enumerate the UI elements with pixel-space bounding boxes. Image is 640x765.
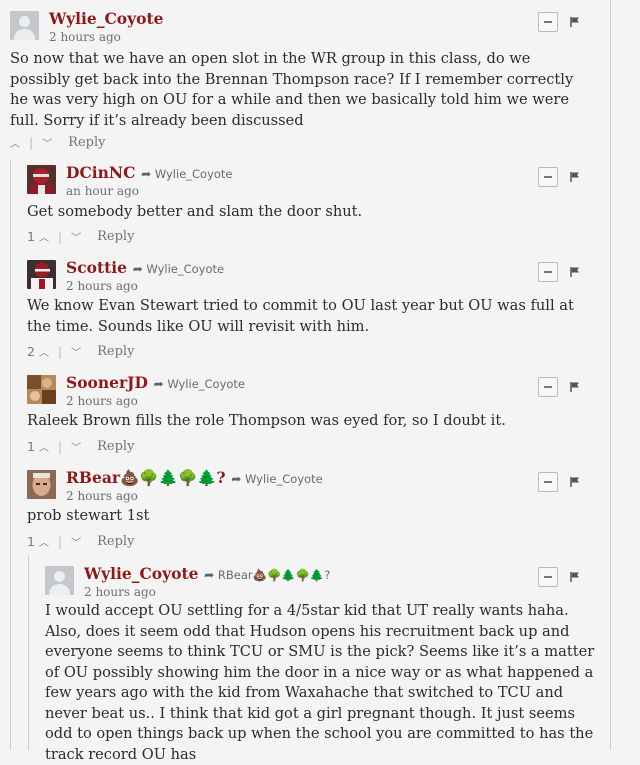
chevron-up-icon[interactable]: ︿ — [10, 135, 20, 150]
controls-rail — [610, 0, 611, 750]
reply-arrow-icon: ➦ — [231, 472, 242, 486]
football-player-photo[interactable] — [27, 165, 56, 194]
comment-author[interactable]: Scottie ➦ Wylie_Coyote — [66, 258, 224, 277]
vote-count: 2 — [27, 344, 35, 359]
comment-body: Raleek Brown fills the role Thompson was… — [27, 412, 506, 429]
comment-author[interactable]: RBear💩🌳🌲🌳🌲? ➦ Wylie_Coyote — [66, 468, 323, 487]
comment-body: prob stewart 1st — [27, 507, 150, 524]
flag-icon[interactable] — [569, 16, 581, 28]
reply-to-link[interactable]: ➦ RBear💩🌳🌲🌳🌲? — [201, 568, 330, 582]
reply-button[interactable]: Reply — [97, 229, 134, 244]
comment-time[interactable]: 2 hours ago — [66, 489, 138, 503]
comment-time[interactable]: 2 hours ago — [84, 585, 156, 599]
reply-button[interactable]: Reply — [97, 439, 134, 454]
reply-to-link[interactable]: ➦ Wylie_Coyote — [228, 472, 322, 486]
chevron-up-icon[interactable]: ︿ — [39, 534, 49, 549]
comment-time[interactable]: 2 hours ago — [49, 30, 121, 44]
comment-body: We know Evan Stewart tried to commit to … — [27, 297, 574, 335]
divider: | — [57, 344, 63, 359]
reply-button[interactable]: Reply — [68, 135, 105, 150]
chevron-down-icon[interactable]: ﹀ — [71, 229, 81, 244]
chevron-down-icon[interactable]: ﹀ — [42, 135, 52, 150]
face-photo[interactable] — [27, 470, 56, 499]
thread-rail-nested — [28, 555, 29, 750]
comment-author[interactable]: Wylie_Coyote ➦ RBear💩🌳🌲🌳🌲? — [84, 564, 330, 583]
reply-to-link[interactable]: ➦ Wylie_Coyote — [150, 377, 245, 391]
flag-icon[interactable] — [569, 266, 581, 278]
comment-actions: 1 ︿ | ﹀ Reply — [27, 533, 134, 549]
collapse-button[interactable] — [538, 567, 558, 587]
comment-body: Get somebody better and slam the door sh… — [27, 203, 363, 220]
comment: Scottie ➦ Wylie_Coyote 2 hours ago We kn… — [27, 258, 607, 365]
reply-arrow-icon: ➦ — [141, 167, 152, 181]
collapse-button[interactable] — [538, 262, 558, 282]
collapse-button[interactable] — [538, 12, 558, 32]
comment-actions: 2 ︿ | ﹀ Reply — [27, 343, 134, 359]
reply-button[interactable]: Reply — [97, 344, 134, 359]
flag-icon[interactable] — [569, 171, 581, 183]
football-player-photo[interactable] — [27, 260, 56, 289]
reply-arrow-icon: ➦ — [132, 262, 143, 276]
reply-button[interactable]: Reply — [97, 534, 134, 549]
comment: DCinNC ➦ Wylie_Coyote an hour ago Get so… — [27, 163, 602, 250]
flag-icon[interactable] — [569, 381, 581, 393]
vote-count: 1 — [27, 439, 35, 454]
vote-count: 1 — [27, 229, 35, 244]
default-user-avatar[interactable] — [10, 11, 39, 40]
flag-icon[interactable] — [569, 476, 581, 488]
comment-author[interactable]: Wylie_Coyote — [49, 9, 164, 28]
comment-actions: 1 ︿ | ﹀ Reply — [27, 438, 134, 454]
chevron-down-icon[interactable]: ﹀ — [71, 439, 81, 454]
chevron-down-icon[interactable]: ﹀ — [71, 344, 81, 359]
chevron-up-icon[interactable]: ︿ — [39, 229, 49, 244]
comment: RBear💩🌳🌲🌳🌲? ➦ Wylie_Coyote 2 hours ago p… — [27, 468, 602, 555]
divider: | — [57, 534, 63, 549]
reply-arrow-icon: ➦ — [204, 568, 215, 582]
comment: Wylie_Coyote 2 hours ago So now that we … — [10, 9, 600, 156]
collapse-button[interactable] — [538, 167, 558, 187]
reply-to-link[interactable]: ➦ Wylie_Coyote — [137, 167, 232, 181]
collapse-button[interactable] — [538, 472, 558, 492]
comment-author[interactable]: DCinNC ➦ Wylie_Coyote — [66, 163, 233, 182]
divider: | — [28, 135, 34, 150]
comment-body: So now that we have an open slot in the … — [10, 50, 574, 129]
chevron-down-icon[interactable]: ﹀ — [71, 534, 81, 549]
comment-time[interactable]: 2 hours ago — [66, 279, 138, 293]
flag-icon[interactable] — [569, 571, 581, 583]
chevron-up-icon[interactable]: ︿ — [39, 344, 49, 359]
divider: | — [57, 229, 63, 244]
reply-to-link[interactable]: ➦ Wylie_Coyote — [129, 262, 224, 276]
comment: Wylie_Coyote ➦ RBear💩🌳🌲🌳🌲? 2 hours ago I… — [45, 564, 605, 763]
comment-body: I would accept OU settling for a 4/5star… — [45, 602, 595, 763]
collage-photo[interactable] — [27, 375, 56, 404]
comment-time[interactable]: 2 hours ago — [66, 394, 138, 408]
thread-rail — [10, 160, 11, 750]
comment-actions: ︿ | ﹀ Reply — [10, 134, 105, 150]
collapse-button[interactable] — [538, 377, 558, 397]
chevron-up-icon[interactable]: ︿ — [39, 439, 49, 454]
comment-thread: Wylie_Coyote 2 hours ago So now that we … — [0, 0, 640, 763]
comment-time[interactable]: an hour ago — [66, 184, 139, 198]
comment-actions: 1 ︿ | ﹀ Reply — [27, 228, 134, 244]
comment: SoonerJD ➦ Wylie_Coyote 2 hours ago Rale… — [27, 373, 602, 460]
divider: | — [57, 439, 63, 454]
vote-count: 1 — [27, 534, 35, 549]
comment-author[interactable]: SoonerJD ➦ Wylie_Coyote — [66, 373, 245, 392]
default-user-avatar[interactable] — [45, 566, 74, 595]
reply-arrow-icon: ➦ — [153, 377, 164, 391]
